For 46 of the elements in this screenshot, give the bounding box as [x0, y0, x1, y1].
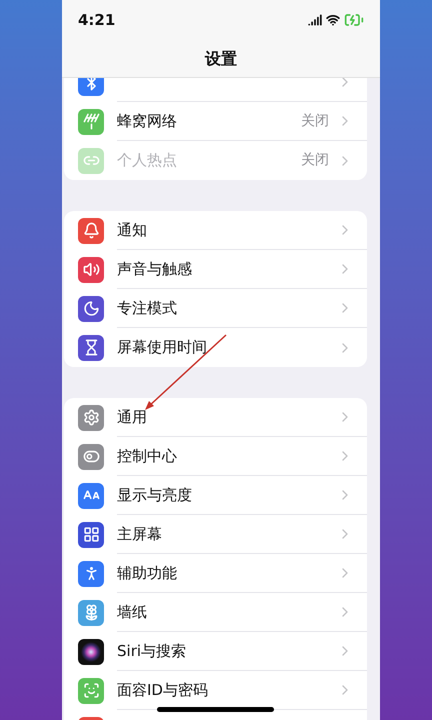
wifi-icon — [326, 13, 340, 27]
settings-row[interactable]: 通知 — [64, 211, 367, 250]
signal-icon — [308, 13, 322, 27]
text-size-icon — [78, 482, 104, 508]
settings-row[interactable]: 蜂窝网络 关闭 — [64, 102, 367, 141]
status-time: 4:21 — [78, 10, 116, 31]
row-label: 主屏幕 — [117, 524, 163, 545]
accessibility-icon — [78, 560, 104, 586]
settings-row[interactable]: 专注模式 — [64, 289, 367, 328]
antenna-icon — [78, 108, 104, 134]
window-title: 设置 — [205, 48, 237, 70]
orb-icon — [78, 638, 104, 664]
row-label: 通知 — [117, 220, 148, 241]
settings-row[interactable]: 辅助功能 — [64, 554, 367, 593]
moon-icon — [78, 296, 104, 322]
row-label: Siri与搜索 — [117, 640, 188, 662]
row-label: 控制中心 — [117, 446, 178, 467]
row-label: 屏幕使用时间 — [117, 337, 208, 358]
settings-row[interactable]: 控制中心 — [64, 437, 367, 476]
toggle-icon — [78, 444, 104, 470]
settings-row[interactable]: 通用 — [64, 398, 367, 437]
settings-row[interactable]: Siri与搜索 — [64, 632, 367, 671]
speaker-icon — [78, 256, 104, 282]
row-label: 面容ID与密码 — [117, 680, 209, 701]
settings-row[interactable]: 主屏幕 — [64, 515, 367, 554]
flower-icon — [78, 600, 104, 626]
face-scan-icon — [78, 678, 104, 704]
row-label: 显示与亮度 — [117, 484, 193, 506]
row-value: 关闭 — [301, 112, 329, 130]
grid-icon — [78, 522, 104, 548]
settings-row[interactable]: 屏幕使用时间 — [64, 328, 367, 367]
row-label: 墙纸 — [117, 602, 148, 623]
settings-row[interactable]: 显示与亮度 — [64, 476, 367, 515]
hourglass-icon — [78, 334, 104, 360]
row-label: 蜂窝网络 — [117, 110, 178, 132]
settings-row[interactable]: 声音与触感 — [64, 250, 367, 289]
row-label: 辅助功能 — [117, 562, 178, 584]
row-value: 关闭 — [301, 151, 329, 170]
bell-icon — [78, 218, 104, 244]
row-label: 通用 — [117, 406, 148, 428]
row-label: 声音与触感 — [117, 258, 193, 280]
row-label: 专注模式 — [117, 298, 178, 319]
row-label: 个人热点 — [117, 150, 178, 172]
link-icon — [78, 148, 104, 174]
settings-icon — [78, 404, 104, 430]
settings-row[interactable]: 墙纸 — [64, 593, 367, 632]
